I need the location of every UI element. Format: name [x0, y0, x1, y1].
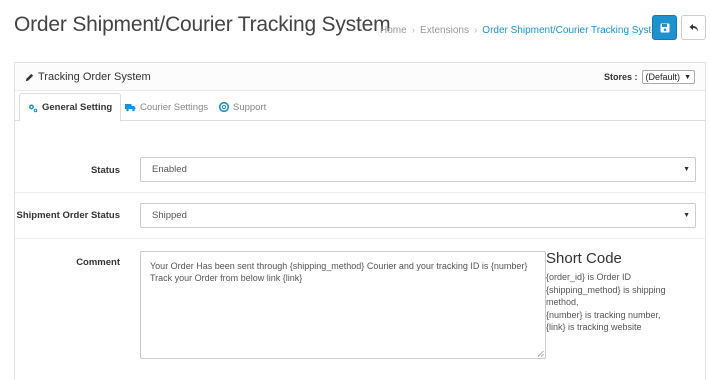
shortcode-line: {link} is tracking website	[546, 322, 642, 332]
tab-courier-settings[interactable]: Courier Settings	[117, 93, 216, 121]
tracking-panel: Tracking Order System Stores : (Default)…	[14, 62, 706, 380]
truck-icon	[125, 103, 136, 111]
breadcrumb-current[interactable]: Order Shipment/Courier Tracking System	[482, 25, 665, 36]
tab-label: Courier Settings	[140, 101, 209, 113]
tabs: General Setting Courier Settings Support	[15, 91, 705, 122]
shipment-status-select[interactable]: Shipped ▼	[140, 203, 696, 228]
panel-heading: Tracking Order System Stores : (Default)…	[15, 63, 705, 91]
breadcrumb-separator: ›	[473, 25, 478, 36]
tab-general-setting[interactable]: General Setting	[19, 93, 122, 122]
shipment-status-label: Shipment Order Status	[16, 210, 120, 221]
breadcrumb-home[interactable]: Home	[380, 25, 407, 36]
comment-row: Comment Your Order Has been sent through…	[15, 239, 705, 380]
panel-title-text: Tracking Order System	[38, 71, 151, 83]
chevron-down-icon: ▼	[683, 212, 690, 219]
page-title: Order Shipment/Courier Tracking System	[14, 13, 391, 36]
chevron-down-icon: ▼	[684, 73, 691, 81]
shipment-status-row: Shipment Order Status Shipped ▼	[15, 193, 705, 239]
tab-label: Support	[233, 101, 267, 113]
shortcode-line: {shipping_method} is shipping method,	[546, 284, 666, 308]
save-button[interactable]	[652, 15, 677, 40]
chevron-down-icon: ▼	[683, 166, 690, 173]
status-label: Status	[90, 165, 120, 176]
tab-label: General Setting	[42, 102, 113, 113]
page-header: Order Shipment/Courier Tracking System H…	[0, 0, 710, 56]
back-button[interactable]	[681, 15, 706, 40]
comment-line: Track your Order from below link {link}	[150, 273, 303, 283]
stores-select[interactable]: (Default) ▼	[641, 70, 695, 84]
shortcode-line: {number} is tracking number,	[546, 309, 661, 320]
status-row: Status Enabled ▼	[15, 145, 705, 193]
panel-title: Tracking Order System	[25, 71, 151, 83]
shortcode-line: {order_id} is Order ID	[546, 272, 632, 282]
stores-control: Stores : (Default) ▼	[604, 70, 695, 84]
shortcode-help: Short Code {order_id} is Order ID {shipp…	[546, 250, 696, 334]
tab-support[interactable]: Support	[211, 93, 274, 121]
lifebuoy-icon	[219, 102, 229, 112]
stores-label: Stores :	[604, 72, 638, 82]
breadcrumb-separator: ›	[411, 25, 416, 36]
cogs-icon	[29, 104, 38, 112]
stores-select-value: (Default)	[645, 72, 681, 82]
breadcrumb: Home › Extensions › Order Shipment/Courier T…	[380, 25, 665, 36]
back-arrow-icon	[689, 23, 698, 31]
comment-line: Your Order Has been sent through {shippi…	[150, 261, 528, 271]
breadcrumb-extensions[interactable]: Extensions	[420, 25, 469, 36]
comment-label: Comment	[76, 257, 120, 268]
shipment-status-value: Shipped	[152, 210, 187, 221]
shortcode-title: Short Code	[546, 250, 622, 267]
status-value: Enabled	[152, 164, 187, 175]
pencil-icon	[25, 73, 34, 81]
resize-handle-icon[interactable]	[537, 350, 544, 357]
status-select[interactable]: Enabled ▼	[140, 157, 696, 182]
save-icon	[660, 23, 669, 32]
comment-textarea[interactable]: Your Order Has been sent through {shippi…	[140, 251, 546, 359]
